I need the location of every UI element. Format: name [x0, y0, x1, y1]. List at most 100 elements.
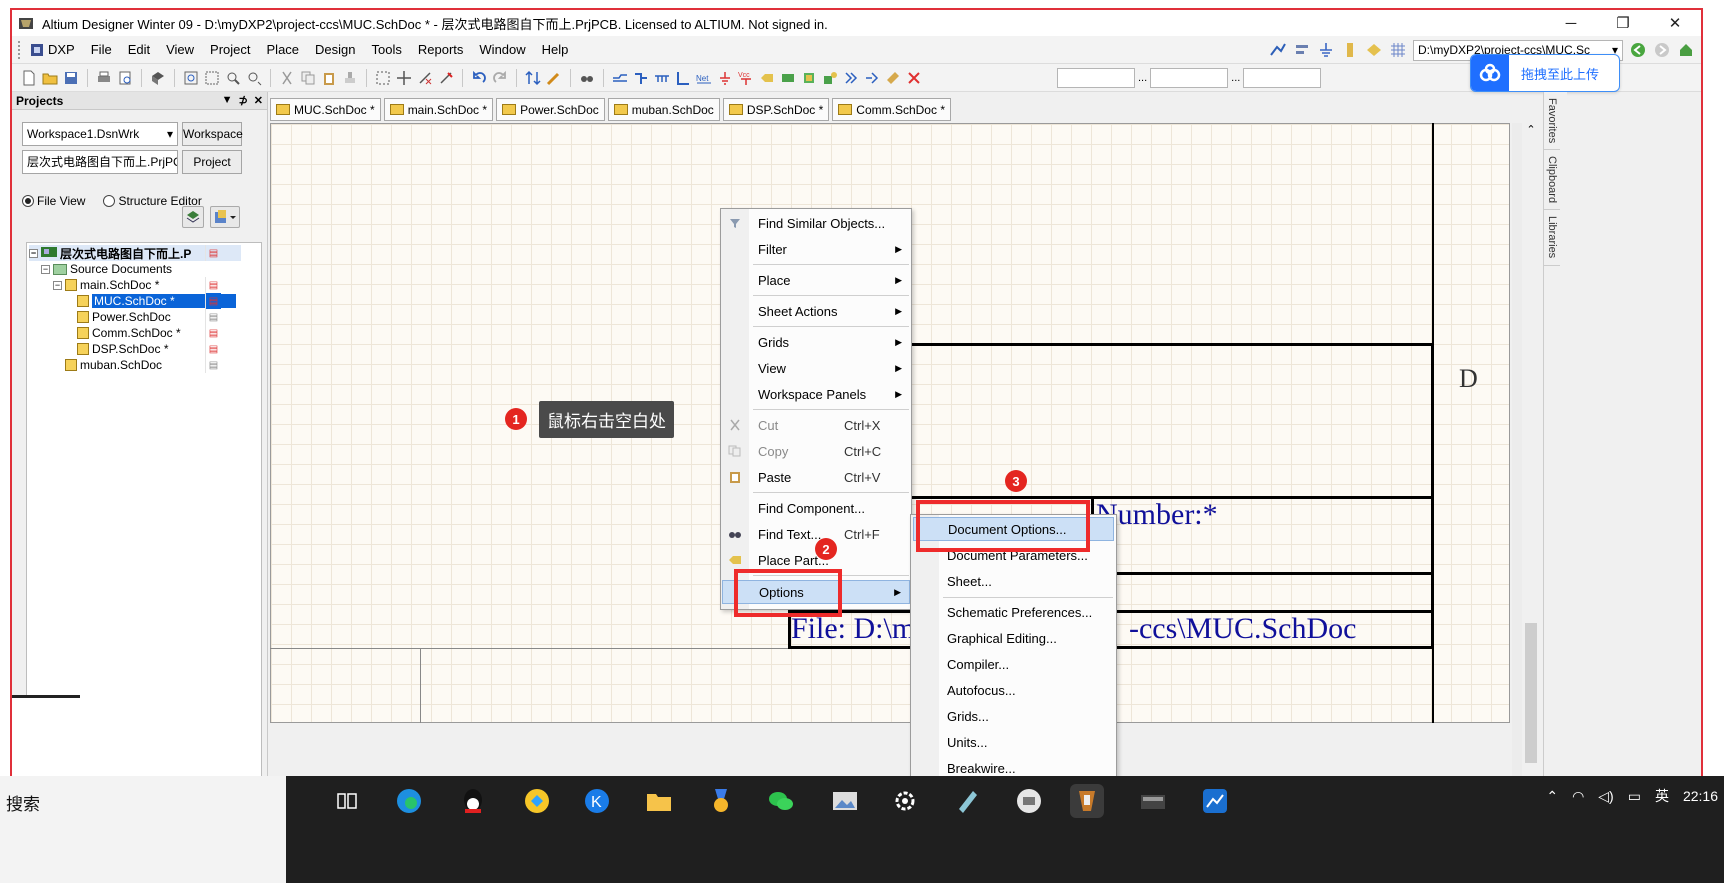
- tree-node-power[interactable]: Power.SchDoc: [77, 309, 171, 325]
- new-document-icon[interactable]: [20, 69, 38, 87]
- wifi-icon[interactable]: ◠: [1572, 788, 1584, 805]
- rubber-stamp-icon[interactable]: [341, 69, 359, 87]
- menu-item-sheet-actions[interactable]: Sheet Actions ▶: [722, 299, 910, 323]
- file-explorer-icon[interactable]: [642, 784, 676, 818]
- menu-item-find-component[interactable]: Find Component...: [722, 496, 910, 520]
- qq-icon[interactable]: [456, 784, 490, 818]
- panel-menu-icon[interactable]: ▼: [222, 94, 233, 107]
- menu-reports[interactable]: Reports: [410, 42, 472, 57]
- project-button[interactable]: Project: [182, 150, 242, 174]
- tray-chevron-up-icon[interactable]: ⌃: [1546, 788, 1558, 805]
- yellow-app-icon[interactable]: [520, 784, 554, 818]
- print-preview-icon[interactable]: [116, 69, 134, 87]
- copy-icon[interactable]: [299, 69, 317, 87]
- menu-item-grids[interactable]: Grids ▶: [722, 330, 910, 354]
- place-sheet-symbol-icon[interactable]: [779, 69, 797, 87]
- browse-library-icon[interactable]: [578, 69, 596, 87]
- paste-icon[interactable]: [320, 69, 338, 87]
- side-tab-clipboard[interactable]: Clipboard: [1544, 150, 1560, 211]
- wechat-icon[interactable]: [764, 784, 798, 818]
- vertical-scrollbar[interactable]: ⌃: [1522, 123, 1540, 783]
- menu-view[interactable]: View: [158, 42, 202, 57]
- undo-icon[interactable]: [470, 69, 488, 87]
- submenu-item-sheet[interactable]: Sheet...: [913, 569, 1114, 593]
- menu-item-cut[interactable]: Cut Ctrl+X: [722, 413, 910, 437]
- submenu-item-compiler[interactable]: Compiler...: [913, 652, 1114, 676]
- toolbar-combo-1[interactable]: [1057, 67, 1135, 88]
- submenu-item-schematic-preferences[interactable]: Schematic Preferences...: [913, 600, 1114, 624]
- panel-close-icon[interactable]: ✕: [254, 94, 263, 107]
- restore-button[interactable]: ❐: [1597, 10, 1649, 36]
- add-document-dropdown-icon[interactable]: [210, 206, 240, 228]
- select-area-icon[interactable]: [374, 69, 392, 87]
- zoom-selected-icon[interactable]: [224, 69, 242, 87]
- cut-icon[interactable]: [278, 69, 296, 87]
- place-port-icon[interactable]: [842, 69, 860, 87]
- k-app-icon[interactable]: K: [580, 784, 614, 818]
- image-viewer-icon[interactable]: [828, 784, 862, 818]
- save-icon[interactable]: [62, 69, 80, 87]
- print-icon[interactable]: [95, 69, 113, 87]
- tree-node-dsp[interactable]: DSP.SchDoc *: [77, 341, 168, 357]
- no-erc-icon[interactable]: [905, 69, 923, 87]
- menu-place[interactable]: Place: [259, 42, 308, 57]
- ground-tool-icon[interactable]: [1317, 41, 1335, 59]
- hierarchy-up-down-icon[interactable]: [524, 69, 542, 87]
- sheet-entry-tool-icon[interactable]: [1365, 41, 1383, 59]
- scroll-up-icon[interactable]: ⌃: [1522, 123, 1540, 136]
- home-icon[interactable]: [1677, 41, 1695, 59]
- taskbar-search-box[interactable]: 搜索: [0, 776, 286, 883]
- workspace-button[interactable]: Workspace: [182, 122, 243, 146]
- battery-icon[interactable]: ▭: [1628, 788, 1641, 805]
- grid-tool-icon[interactable]: [1389, 41, 1407, 59]
- add-component-icon[interactable]: [821, 69, 839, 87]
- place-part-icon[interactable]: [758, 69, 776, 87]
- cross-probe-icon[interactable]: [545, 69, 563, 87]
- close-button[interactable]: ✕: [1649, 10, 1701, 36]
- menu-dxp[interactable]: DXP: [22, 42, 83, 57]
- place-bus-icon[interactable]: [632, 69, 650, 87]
- task-view-icon[interactable]: [330, 784, 364, 818]
- tab-muban[interactable]: muban.SchDoc: [607, 98, 720, 121]
- place-directive-icon[interactable]: [884, 69, 902, 87]
- toolbar-combo-2[interactable]: [1150, 67, 1229, 88]
- printer-app-icon[interactable]: [1012, 784, 1046, 818]
- submenu-item-autofocus[interactable]: Autofocus...: [913, 678, 1114, 702]
- file-view-radio[interactable]: File View: [22, 194, 85, 208]
- pen-app-icon[interactable]: [950, 784, 984, 818]
- deselect-icon[interactable]: [416, 69, 434, 87]
- tab-muc[interactable]: MUC.SchDoc *: [270, 98, 381, 121]
- tree-node-source-documents[interactable]: − Source Documents: [41, 261, 172, 277]
- menu-item-place[interactable]: Place ▶: [722, 268, 910, 292]
- align-tool-icon[interactable]: [1293, 41, 1311, 59]
- menu-edit[interactable]: Edit: [120, 42, 158, 57]
- redo-icon[interactable]: [491, 69, 509, 87]
- place-signal-harness-icon[interactable]: [653, 69, 671, 87]
- menu-tools[interactable]: Tools: [364, 42, 410, 57]
- off-sheet-connector-icon[interactable]: [863, 69, 881, 87]
- menu-file[interactable]: File: [83, 42, 120, 57]
- tree-node-comm[interactable]: Comm.SchDoc *: [77, 325, 181, 341]
- menu-item-copy[interactable]: Copy Ctrl+C: [722, 439, 910, 463]
- tree-node-main[interactable]: − main.SchDoc *: [53, 277, 159, 293]
- upload-drop-pill[interactable]: 拖拽至此上传: [1470, 54, 1620, 92]
- minimize-button[interactable]: ─: [1545, 10, 1597, 36]
- move-icon[interactable]: [395, 69, 413, 87]
- nav-back-icon[interactable]: [1629, 41, 1647, 59]
- toolbar-combo-3[interactable]: [1243, 67, 1322, 88]
- tree-node-muban[interactable]: muban.SchDoc: [65, 357, 162, 373]
- volume-icon[interactable]: ◁): [1598, 788, 1613, 805]
- submenu-item-units[interactable]: Units...: [913, 730, 1114, 754]
- submenu-item-graphical-editing[interactable]: Graphical Editing...: [913, 626, 1114, 650]
- collapse-icon[interactable]: −: [41, 264, 50, 274]
- gnd-port-icon[interactable]: [716, 69, 734, 87]
- wiring-tool-icon[interactable]: [1269, 41, 1287, 59]
- menu-project[interactable]: Project: [202, 42, 258, 57]
- workspace-combo[interactable]: Workspace1.DsnWrk ▾: [22, 122, 178, 146]
- menu-item-view[interactable]: View ▶: [722, 356, 910, 380]
- ime-indicator[interactable]: 英: [1655, 786, 1669, 806]
- tab-main[interactable]: main.SchDoc *: [383, 98, 494, 121]
- submenu-item-grids[interactable]: Grids...: [913, 704, 1114, 728]
- menu-item-workspace-panels[interactable]: Workspace Panels ▶: [722, 382, 910, 406]
- place-bus-entry-icon[interactable]: [674, 69, 692, 87]
